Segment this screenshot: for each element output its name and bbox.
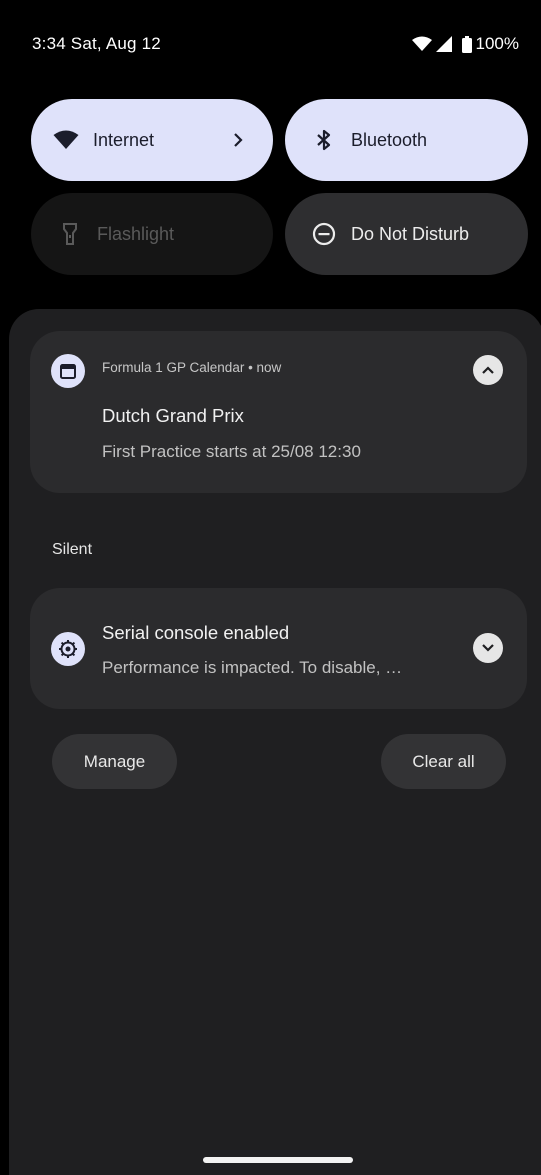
- flashlight-icon: [57, 221, 83, 247]
- notification-text: First Practice starts at 25/08 12:30: [102, 442, 361, 461]
- cell-signal-icon: [435, 36, 452, 52]
- dnd-icon: [311, 221, 337, 247]
- gear-icon: [51, 632, 85, 666]
- flashlight-tile[interactable]: Flashlight: [31, 193, 273, 275]
- status-icons: 100%: [411, 34, 519, 54]
- chevron-right-icon[interactable]: [225, 127, 251, 153]
- bluetooth-icon: [311, 127, 337, 153]
- manage-button[interactable]: Manage: [52, 734, 177, 789]
- notification-title: Serial console enabled: [102, 622, 290, 643]
- notification-shade-screen: 3:34 Sat, Aug 12 100% Internet Bluetooth…: [0, 0, 541, 1175]
- collapse-button[interactable]: [473, 355, 503, 385]
- internet-tile[interactable]: Internet: [31, 99, 273, 181]
- notification-text: Performance is impacted. To disable, …: [102, 658, 403, 677]
- chevron-down-icon: [482, 644, 494, 652]
- status-bar: 3:34 Sat, Aug 12 100%: [0, 0, 541, 90]
- chevron-up-icon: [482, 366, 494, 374]
- silent-section-label: Silent: [52, 541, 93, 558]
- bluetooth-tile-label: Bluetooth: [351, 129, 428, 150]
- do-not-disturb-tile[interactable]: Do Not Disturb: [285, 193, 528, 275]
- wifi-icon: [411, 36, 432, 52]
- navigation-handle[interactable]: [203, 1157, 353, 1163]
- battery-percentage: 100%: [475, 34, 519, 53]
- bluetooth-tile[interactable]: Bluetooth: [285, 99, 528, 181]
- expand-button[interactable]: [473, 633, 503, 663]
- wifi-icon: [53, 127, 79, 153]
- serial-console-notification-card[interactable]: Serial console enabled Performance is im…: [30, 588, 527, 709]
- do-not-disturb-tile-label: Do Not Disturb: [351, 223, 470, 244]
- notification-app-name: Formula 1 GP Calendar • now: [102, 360, 282, 375]
- status-time: 3:34 Sat, Aug 12: [32, 34, 161, 53]
- calendar-icon: [51, 354, 85, 388]
- flashlight-tile-label: Flashlight: [97, 223, 175, 244]
- f1-notification-card[interactable]: Formula 1 GP Calendar • now Dutch Grand …: [30, 331, 527, 493]
- battery-icon: [461, 35, 472, 53]
- internet-tile-label: Internet: [93, 129, 155, 150]
- clear-all-button[interactable]: Clear all: [381, 734, 506, 789]
- notification-title: Dutch Grand Prix: [102, 405, 244, 426]
